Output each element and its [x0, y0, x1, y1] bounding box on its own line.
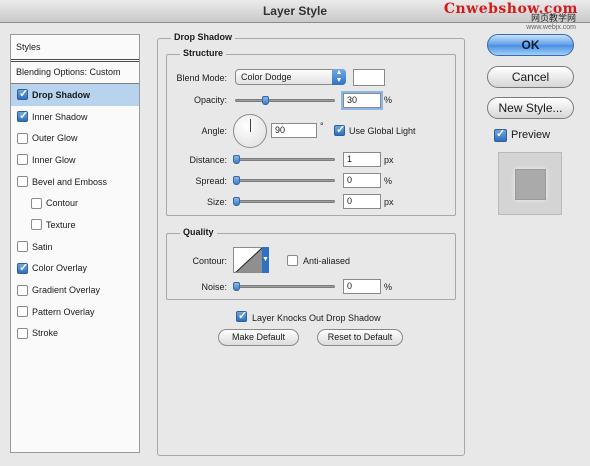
- cancel-button[interactable]: Cancel: [487, 66, 574, 88]
- sidebar-item-label: Gradient Overlay: [32, 285, 101, 296]
- style-checkbox[interactable]: [17, 284, 28, 296]
- sidebar-item-inner-shadow[interactable]: Inner Shadow: [11, 106, 139, 128]
- spread-slider[interactable]: [233, 176, 335, 185]
- style-checkbox[interactable]: [17, 154, 28, 166]
- size-slider-thumb[interactable]: [233, 197, 240, 206]
- style-checkbox[interactable]: [17, 241, 28, 253]
- distance-slider[interactable]: [233, 155, 335, 164]
- blend-mode-label: Blend Mode:: [176, 73, 227, 83]
- use-global-light-label: Use Global Light: [349, 126, 416, 136]
- size-unit: px: [384, 197, 394, 207]
- opacity-unit: %: [384, 95, 393, 105]
- structure-title: Structure: [180, 48, 227, 58]
- window-title: Layer Style: [262, 4, 328, 18]
- anti-aliased-label: Anti-aliased: [303, 256, 351, 266]
- sidebar-item-drop-shadow[interactable]: Drop Shadow: [11, 84, 139, 106]
- style-checkbox[interactable]: [17, 109, 28, 123]
- opacity-label: Opacity:: [193, 95, 227, 105]
- sidebar-item-label: Inner Shadow: [32, 111, 88, 122]
- sidebar-item-label: Inner Glow: [32, 154, 76, 165]
- sidebar-item-label: Outer Glow: [32, 133, 78, 144]
- angle-dial-hand: [250, 119, 251, 132]
- use-global-light-checkbox[interactable]: [334, 123, 345, 136]
- sidebar-item-label: Texture: [46, 219, 76, 230]
- quality-title: Quality: [180, 227, 217, 237]
- angle-input[interactable]: 90: [271, 123, 317, 138]
- sidebar-item-label: Contour: [46, 198, 79, 209]
- opacity-slider[interactable]: [235, 96, 335, 105]
- drop-shadow-title: Drop Shadow: [171, 32, 235, 42]
- style-checkbox[interactable]: [17, 87, 28, 101]
- style-checkbox[interactable]: [31, 219, 42, 231]
- make-default-button[interactable]: Make Default: [218, 329, 299, 346]
- angle-unit: °: [320, 121, 324, 131]
- styles-items: Drop Shadow Inner Shadow Outer Glow Inner G…: [11, 84, 139, 344]
- watermark-sub: 网页教学网 www.webjx.com: [526, 14, 576, 32]
- blend-mode-value: Color Dodge: [241, 72, 292, 82]
- angle-dial[interactable]: [233, 114, 267, 148]
- sidebar-item-label: Pattern Overlay: [32, 306, 95, 317]
- angle-label: Angle:: [201, 126, 227, 136]
- noise-unit: %: [384, 282, 393, 292]
- styles-list: Styles Blending Options: Custom Drop Sha…: [10, 34, 140, 453]
- size-slider[interactable]: [233, 197, 335, 206]
- style-checkbox[interactable]: [17, 327, 28, 339]
- sidebar-item-label: Bevel and Emboss: [32, 176, 108, 187]
- contour-label: Contour:: [192, 256, 227, 266]
- noise-input[interactable]: 0: [343, 279, 381, 294]
- watermark-line2: 网页教学网: [530, 13, 576, 23]
- opacity-slider-thumb[interactable]: [262, 96, 270, 105]
- sidebar-item-gradient-overlay[interactable]: Gradient Overlay: [11, 279, 139, 301]
- sidebar-item-texture[interactable]: Texture: [11, 214, 139, 236]
- preview-label: Preview: [511, 129, 551, 141]
- spread-slider-thumb[interactable]: [233, 176, 240, 185]
- noise-slider-thumb[interactable]: [233, 282, 240, 291]
- sidebar-item-outer-glow[interactable]: Outer Glow: [11, 127, 139, 149]
- sidebar-item-bevel-and-emboss[interactable]: Bevel and Emboss: [11, 171, 139, 193]
- watermark-url: www.webjx.com: [526, 24, 576, 31]
- distance-unit: px: [384, 155, 394, 165]
- style-checkbox[interactable]: [17, 261, 28, 274]
- distance-label: Distance:: [189, 155, 227, 165]
- distance-input[interactable]: 1: [343, 152, 381, 167]
- size-input[interactable]: 0: [343, 194, 381, 209]
- sidebar-item-label: Drop Shadow: [32, 89, 90, 100]
- knockout-label: Layer Knocks Out Drop Shadow: [252, 313, 381, 323]
- blending-options-item[interactable]: Blending Options: Custom: [11, 62, 139, 84]
- sidebar-item-stroke[interactable]: Stroke: [11, 323, 139, 345]
- preview-checkbox[interactable]: [494, 127, 507, 142]
- noise-label: Noise:: [201, 282, 227, 292]
- knockout-checkbox[interactable]: [236, 309, 247, 322]
- select-arrows-icon: ▲ ▼: [332, 69, 346, 85]
- sidebar-item-label: Stroke: [32, 328, 59, 339]
- style-checkbox[interactable]: [17, 132, 28, 144]
- opacity-input[interactable]: 30: [343, 93, 381, 108]
- sidebar-item-pattern-overlay[interactable]: Pattern Overlay: [11, 301, 139, 323]
- style-preview-swatch: [515, 169, 546, 200]
- style-checkbox[interactable]: [17, 306, 28, 318]
- style-checkbox[interactable]: [31, 197, 42, 209]
- spread-unit: %: [384, 176, 393, 186]
- sidebar-item-inner-glow[interactable]: Inner Glow: [11, 149, 139, 171]
- blend-mode-select[interactable]: Color Dodge ▲ ▼: [235, 69, 346, 85]
- new-style-button[interactable]: New Style...: [487, 97, 574, 119]
- sidebar-item-satin[interactable]: Satin: [11, 236, 139, 258]
- sidebar-item-contour[interactable]: Contour: [11, 192, 139, 214]
- spread-input[interactable]: 0: [343, 173, 381, 188]
- anti-aliased-checkbox[interactable]: [287, 255, 298, 266]
- spread-label: Spread:: [195, 176, 227, 186]
- ok-button[interactable]: OK: [487, 34, 574, 56]
- sidebar-item-label: Satin: [32, 241, 53, 252]
- size-label: Size:: [206, 197, 227, 207]
- style-preview: [498, 152, 562, 215]
- sidebar-item-color-overlay[interactable]: Color Overlay: [11, 258, 139, 280]
- style-checkbox[interactable]: [17, 176, 28, 188]
- noise-slider[interactable]: [233, 282, 335, 291]
- shadow-color-swatch[interactable]: [353, 69, 385, 86]
- styles-header[interactable]: Styles: [11, 35, 139, 62]
- reset-to-default-button[interactable]: Reset to Default: [317, 329, 403, 346]
- contour-dropdown-icon[interactable]: ▼: [262, 247, 269, 273]
- sidebar-item-label: Color Overlay: [32, 263, 88, 274]
- distance-slider-thumb[interactable]: [233, 155, 240, 164]
